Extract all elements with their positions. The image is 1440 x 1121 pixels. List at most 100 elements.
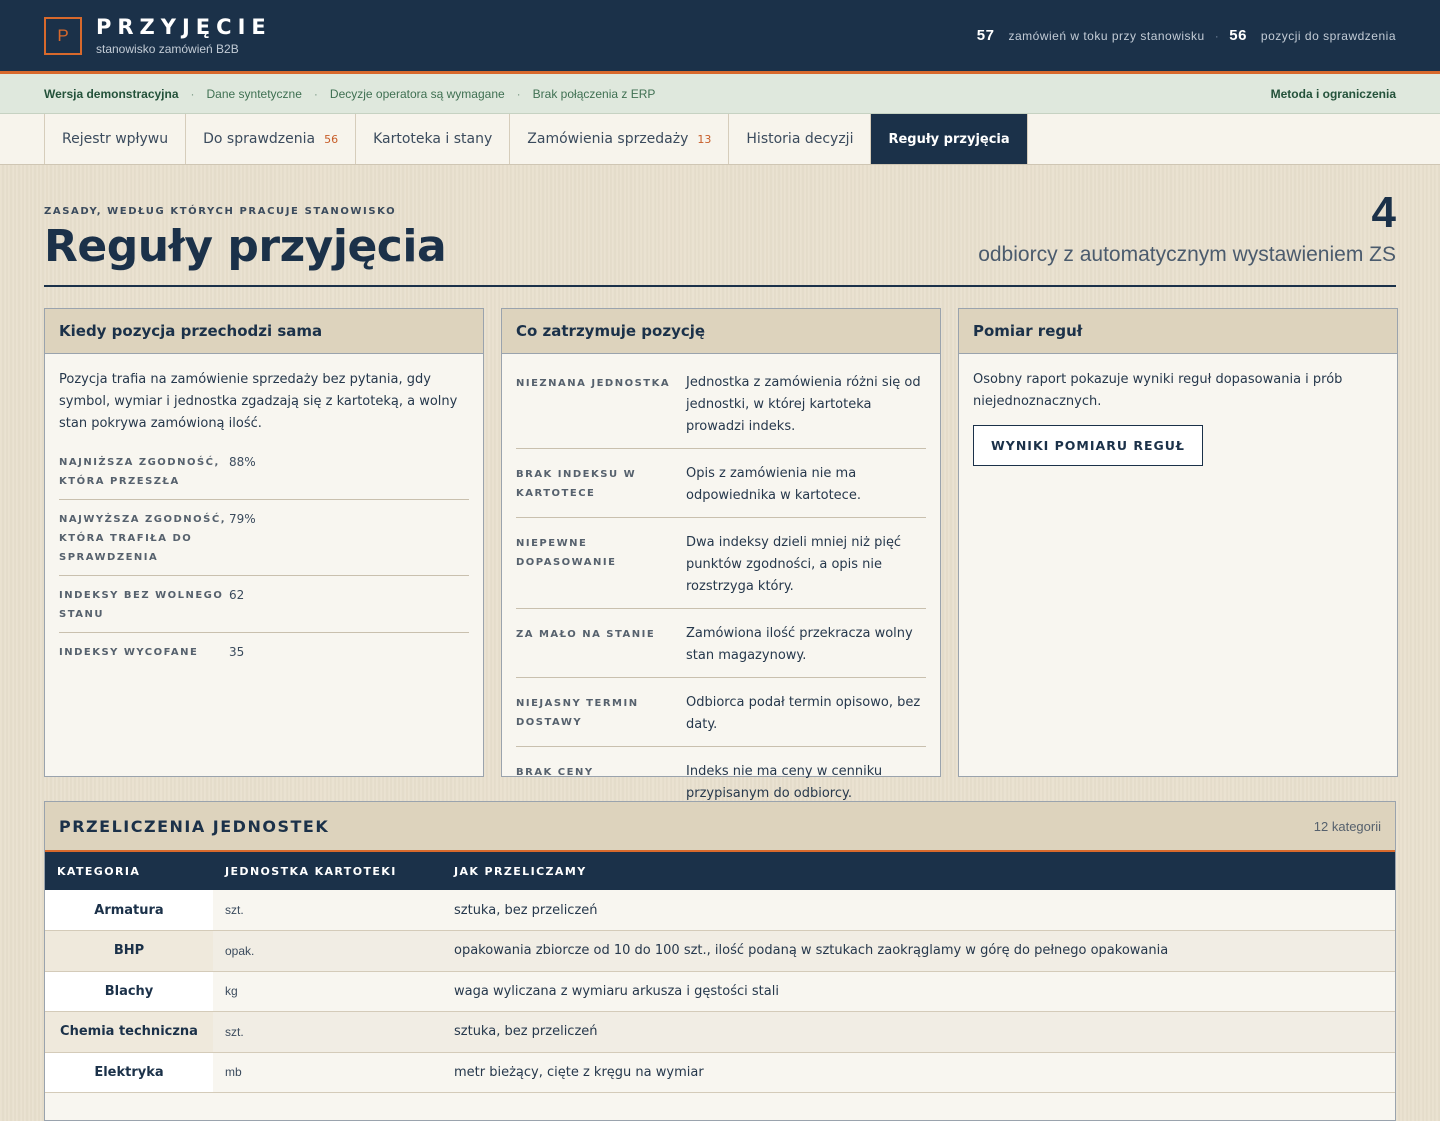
- app-title: PRZYJĘCIE: [96, 15, 272, 39]
- stat-label: INDEKSY WYCOFANE: [59, 647, 199, 658]
- hold-reason-label: NIEZNANA JEDNOSTKA: [516, 378, 671, 389]
- auto-pass-description: Pozycja trafia na zamówienie sprzedaży b…: [59, 372, 458, 431]
- hold-reason-label: ZA MAŁO NA STANIE: [516, 629, 656, 640]
- unit-conversions-title: PRZELICZENIA JEDNOSTEK: [59, 816, 330, 836]
- stat-value: 79%: [229, 512, 256, 526]
- notice-no-erp: Brak połączenia z ERP: [532, 86, 656, 101]
- header-stats: 57 zamówień w toku przy stanowisku · 56 …: [977, 27, 1396, 44]
- brand: PRZYJĘCIE stanowisko zamówień B2B: [96, 15, 272, 56]
- orders-in-progress-label: zamówień w toku przy stanowisku: [1008, 28, 1205, 43]
- tab-label: Historia decyzji: [746, 131, 854, 147]
- unit-cell: szt.: [213, 890, 442, 931]
- table-row: BHP opak. opakowania zbiorcze od 10 do 1…: [45, 930, 1395, 971]
- column-header-catalog-unit: JEDNOSTKA KARTOTEKI: [225, 864, 397, 878]
- category-cell: Chemia techniczna: [45, 1011, 213, 1052]
- measurement-description: Osobny raport pokazuje wyniki reguł dopa…: [973, 372, 1343, 409]
- hold-reason-label: BRAK CENY: [516, 767, 594, 778]
- method-and-limits-link[interactable]: Metoda i ograniczenia: [1271, 87, 1396, 101]
- tab-sales-orders[interactable]: Zamówienia sprzedaży 13: [509, 114, 728, 164]
- stat-row: INDEKSY BEZ WOLNEGO STANU 62: [59, 576, 469, 633]
- tab-label: Kartoteka i stany: [373, 131, 493, 147]
- tab-intake-rules[interactable]: Reguły przyjęcia: [870, 114, 1028, 164]
- conversion-cell: metr bieżący, cięte z kręgu na wymiar: [442, 1052, 1395, 1093]
- app-subtitle: stanowisko zamówień B2B: [96, 42, 239, 56]
- stat-value: 88%: [229, 455, 256, 469]
- page-header: ZASADY, WEDŁUG KTÓRYCH PRACUJE STANOWISK…: [44, 165, 1396, 287]
- hold-reason-label: NIEPEWNE DOPASOWANIE: [516, 538, 617, 568]
- conversion-cell: opakowania zbiorcze od 10 do 100 szt., i…: [442, 930, 1395, 971]
- rules-measurement-card: Pomiar reguł Osobny raport pokazuje wyni…: [958, 308, 1398, 777]
- items-to-check-count: 56: [1229, 27, 1247, 44]
- notice-operator-decisions: Decyzje operatora są wymagane: [329, 86, 505, 101]
- column-header-conversion: JAK PRZELICZAMY: [454, 864, 587, 878]
- hold-reason-description: Zamówiona ilość przekracza wolny stan ma…: [686, 626, 913, 663]
- tab-count-badge: 56: [324, 132, 339, 146]
- stat-row: NAJWYŻSZA ZGODNOŚĆ, KTÓRA TRAFIŁA DO SPR…: [59, 500, 469, 576]
- stat-label: NAJWYŻSZA ZGODNOŚĆ, KTÓRA TRAFIŁA DO SPR…: [59, 514, 226, 563]
- category-cell: Armatura: [45, 890, 213, 931]
- tab-label: Rejestr wpływu: [62, 131, 169, 147]
- rules-cards: Kiedy pozycja przechodzi sama Pozycja tr…: [44, 308, 1398, 801]
- separator: ·: [313, 86, 318, 101]
- tab-label: Do sprawdzenia: [203, 131, 316, 147]
- hold-reason-description: Opis z zamówienia nie ma odpowiednika w …: [686, 466, 861, 503]
- category-cell: BHP: [45, 930, 213, 971]
- unit-conversions-header: PRZELICZENIA JEDNOSTEK 12 kategorii: [45, 802, 1395, 852]
- auto-pass-card: Kiedy pozycja przechodzi sama Pozycja tr…: [44, 308, 484, 777]
- page-eyebrow: ZASADY, WEDŁUG KTÓRYCH PRACUJE STANOWISK…: [44, 206, 397, 217]
- hold-reason-description: Jednostka z zamówienia różni się od jedn…: [686, 375, 921, 434]
- conversion-cell: sztuka, bez przeliczeń: [442, 890, 1395, 931]
- app-header: P PRZYJĘCIE stanowisko zamówień B2B 57 z…: [0, 0, 1440, 74]
- auto-pass-stats: NAJNIŻSZA ZGODNOŚĆ, KTÓRA PRZESZŁA 88% N…: [59, 443, 469, 670]
- items-to-check-label: pozycji do sprawdzenia: [1260, 28, 1396, 43]
- tab-catalog-and-stock[interactable]: Kartoteka i stany: [355, 114, 509, 164]
- stat-label: INDEKSY BEZ WOLNEGO STANU: [59, 590, 224, 620]
- unit-cell: szt.: [213, 1011, 442, 1052]
- auto-order-recipients-label: odbiorcy z automatycznym wystawieniem ZS: [978, 243, 1396, 266]
- separator: ·: [190, 86, 195, 101]
- orders-in-progress-count: 57: [976, 27, 995, 44]
- table-row: Chemia techniczna szt. sztuka, bez przel…: [45, 1011, 1395, 1052]
- tab-label: Reguły przyjęcia: [888, 131, 1010, 147]
- hold-reason-description: Indeks nie ma ceny w cenniku przypisanym…: [686, 764, 883, 801]
- unit-conversions-panel: PRZELICZENIA JEDNOSTEK 12 kategorii KATE…: [44, 801, 1396, 1121]
- tab-to-check[interactable]: Do sprawdzenia 56: [185, 114, 355, 164]
- stat-row: NAJNIŻSZA ZGODNOŚĆ, KTÓRA PRZESZŁA 88%: [59, 443, 469, 500]
- separator: ·: [516, 86, 521, 101]
- stat-row: INDEKSY WYCOFANE 35: [59, 633, 469, 670]
- stat-label: NAJNIŻSZA ZGODNOŚĆ, KTÓRA PRZESZŁA: [59, 457, 220, 487]
- table-row: Armatura szt. sztuka, bez przeliczeń: [45, 890, 1395, 931]
- unit-cell: mb: [213, 1052, 442, 1093]
- hold-reason-row: ZA MAŁO NA STANIE Zamówiona ilość przekr…: [516, 609, 926, 678]
- rules-results-button[interactable]: WYNIKI POMIARU REGUŁ: [973, 425, 1203, 466]
- hold-reason-row: NIEZNANA JEDNOSTKA Jednostka z zamówieni…: [516, 372, 926, 449]
- hold-reason-row: NIEPEWNE DOPASOWANIE Dwa indeksy dzieli …: [516, 518, 926, 609]
- hold-reason-row: NIEJASNY TERMIN DOSTAWY Odbiorca podał t…: [516, 678, 926, 747]
- category-count: 12 kategorii: [1313, 818, 1381, 834]
- page-title: Reguły przyjęcia: [44, 221, 447, 272]
- table-row: Elektryka mb metr bieżący, cięte z kręgu…: [45, 1052, 1395, 1093]
- hold-reason-label: BRAK INDEKSU W KARTOTECE: [516, 469, 637, 499]
- tab-decision-history[interactable]: Historia decyzji: [728, 114, 870, 164]
- table-row: Blachy kg waga wyliczana z wymiaru arkus…: [45, 971, 1395, 1012]
- column-header-category: KATEGORIA: [57, 864, 141, 878]
- unit-conversions-table: KATEGORIA JEDNOSTKA KARTOTEKI JAK PRZELI…: [45, 852, 1395, 1093]
- hold-reason-description: Dwa indeksy dzieli mniej niż pięć punktó…: [686, 535, 902, 594]
- tab-label: Zamówienia sprzedaży: [527, 131, 689, 147]
- hold-reason-row: BRAK INDEKSU W KARTOTECE Opis z zamówien…: [516, 449, 926, 518]
- hold-reason-description: Odbiorca podał termin opisowo, bez daty.: [686, 695, 921, 732]
- hold-reasons-card: Co zatrzymuje pozycję NIEZNANA JEDNOSTKA…: [501, 308, 941, 801]
- conversion-cell: waga wyliczana z wymiaru arkusza i gęsto…: [442, 971, 1395, 1012]
- tab-count-badge: 13: [697, 132, 712, 146]
- unit-cell: opak.: [213, 930, 442, 971]
- hold-reason-label: NIEJASNY TERMIN DOSTAWY: [516, 698, 639, 728]
- card-title: Kiedy pozycja przechodzi sama: [45, 309, 483, 354]
- stat-value: 62: [229, 588, 245, 602]
- app-logo: P: [44, 16, 82, 55]
- category-cell: Blachy: [45, 971, 213, 1012]
- stat-value: 35: [229, 645, 245, 659]
- auto-order-recipients-count: 4: [1371, 188, 1396, 237]
- unit-cell: kg: [213, 971, 442, 1012]
- main-tabs: Rejestr wpływu Do sprawdzenia 56 Kartote…: [0, 114, 1440, 165]
- tab-inbound-register[interactable]: Rejestr wpływu: [44, 114, 185, 164]
